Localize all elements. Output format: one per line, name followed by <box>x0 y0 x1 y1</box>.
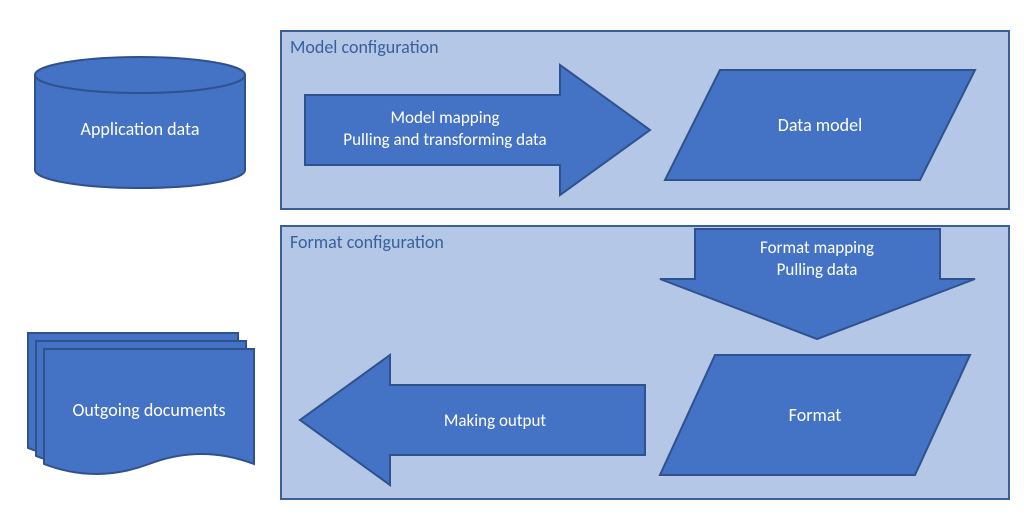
format-mapping-line2: Pulling data <box>777 259 858 280</box>
model-mapping-arrow: Model mapping Pulling and transforming d… <box>300 60 655 200</box>
outgoing-documents-label: Outgoing documents <box>72 399 225 421</box>
format-parallelogram: Format <box>655 350 975 480</box>
making-output-label: Making output <box>444 410 547 431</box>
format-label: Format <box>789 404 842 426</box>
model-config-title: Model configuration <box>290 36 439 58</box>
format-mapping-line1: Format mapping <box>760 237 874 258</box>
making-output-arrow: Making output <box>295 350 650 490</box>
application-data-cylinder: Application data <box>30 55 250 190</box>
model-mapping-line2: Pulling and transforming data <box>343 129 546 150</box>
model-mapping-line1: Model mapping <box>390 107 499 128</box>
data-model-label: Data model <box>778 114 862 136</box>
format-config-title: Format configuration <box>290 231 444 253</box>
outgoing-documents-stack: Outgoing documents <box>20 325 265 495</box>
format-mapping-arrow: Format mapping Pulling data <box>655 224 980 344</box>
data-model-parallelogram: Data model <box>660 65 980 185</box>
application-data-label: Application data <box>81 118 200 140</box>
